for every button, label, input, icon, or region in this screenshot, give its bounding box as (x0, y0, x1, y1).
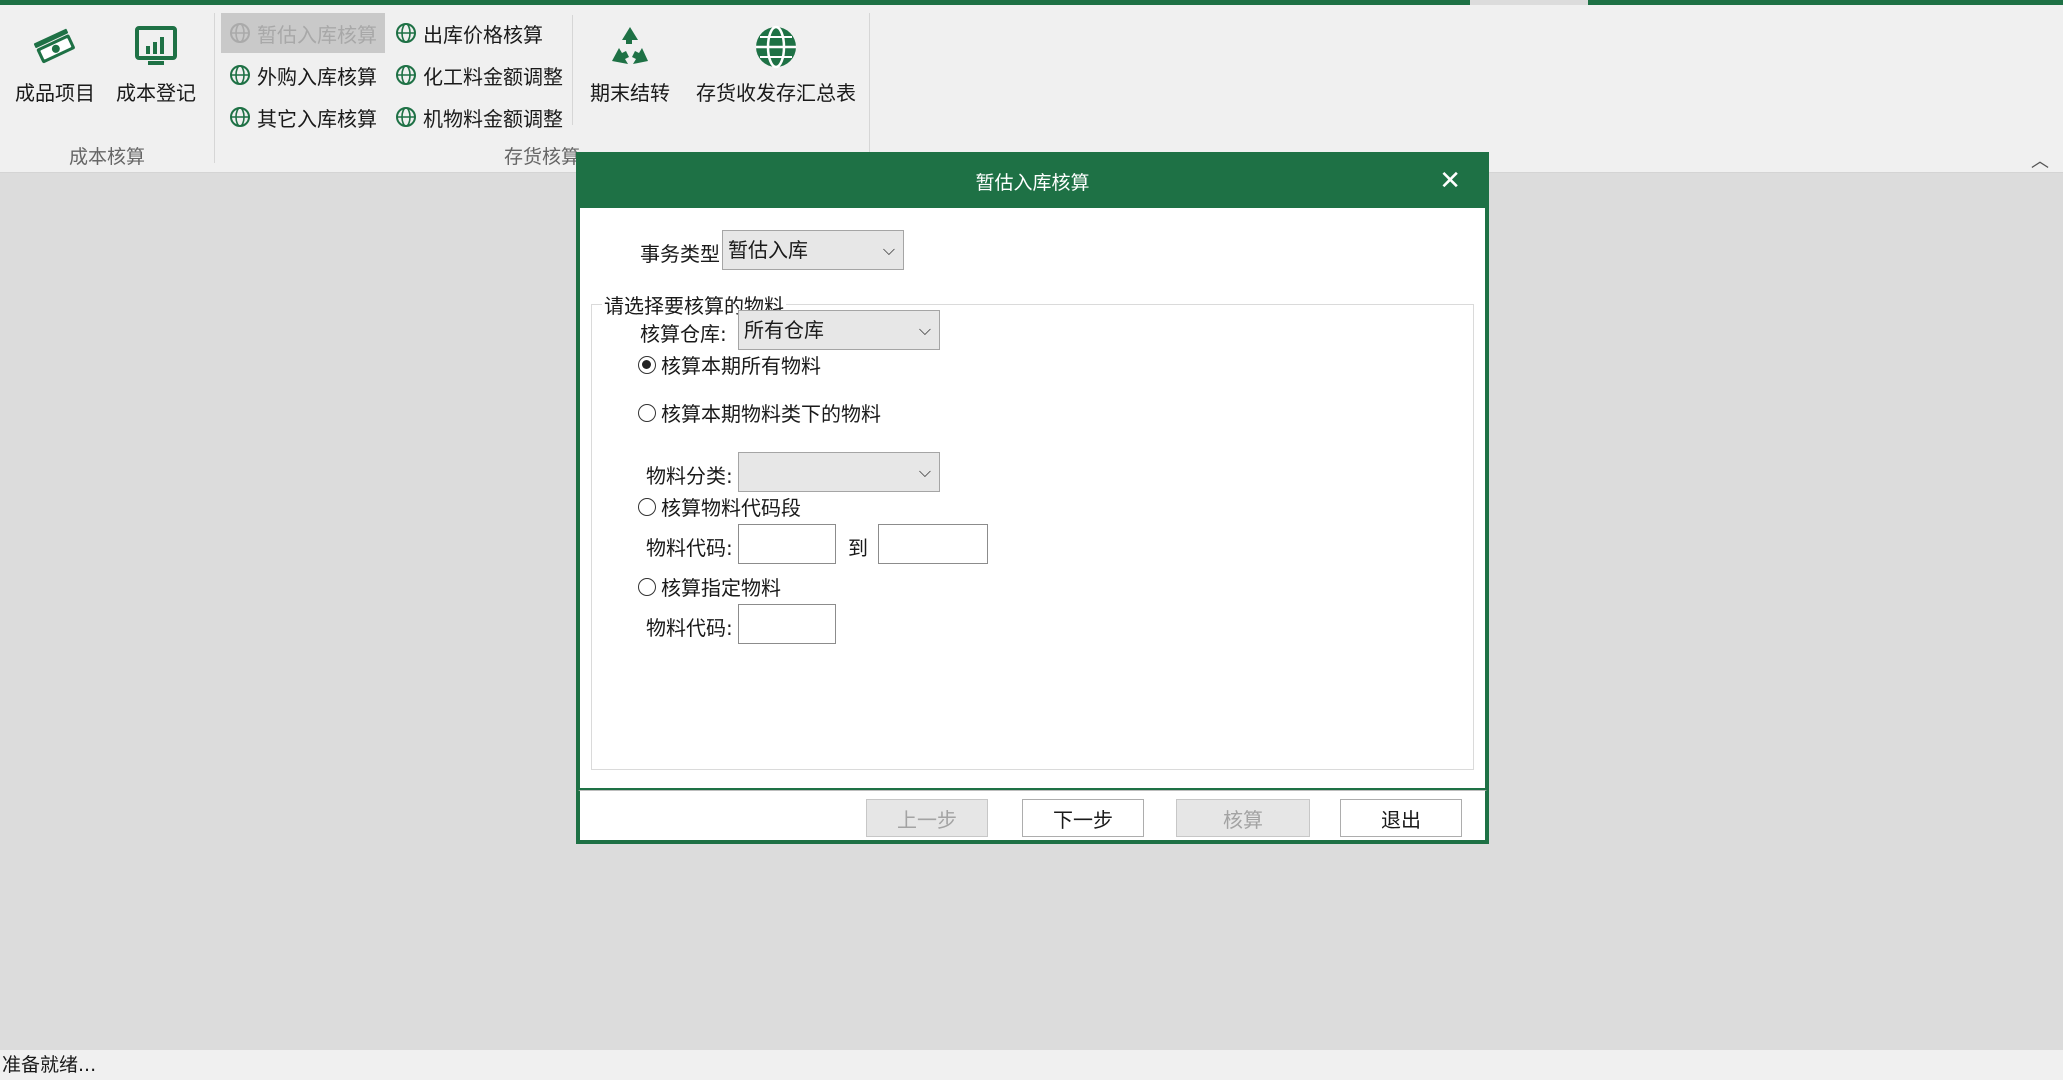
globe-icon (230, 65, 250, 85)
radio-dot (638, 403, 656, 422)
radio-all-label: 核算本期所有物料 (661, 354, 821, 378)
globe-icon (396, 65, 416, 85)
code-from-input[interactable] (738, 524, 836, 564)
dialog-body: 事务类型 暂估入库 ⌵ 请选择要核算的物料 核算仓库: 所有仓库 ⌵ 核算本期所… (578, 208, 1487, 790)
dialog-titlebar: 暂估入库核算 ✕ (578, 154, 1487, 208)
group-divider (869, 13, 870, 163)
radio-category-materials[interactable]: 核算本期物料类下的物料 (638, 398, 881, 427)
period-end-button[interactable]: 期末结转 (585, 17, 675, 117)
radio-specific-material[interactable]: 核算指定物料 (638, 572, 781, 601)
globe-icon (396, 23, 416, 43)
status-text: 准备就绪... (2, 1054, 97, 1076)
warehouse-label: 核算仓库: (640, 322, 727, 346)
status-bar: 准备就绪... (0, 1050, 2063, 1080)
close-icon[interactable]: ✕ (1439, 166, 1461, 196)
business-type-select[interactable]: 暂估入库 ⌵ (722, 230, 904, 270)
ribbon-group-cost: 成品项目 成本登记 成本核算 (0, 5, 214, 173)
globe-icon (756, 25, 796, 69)
outbound-price-label: 出库价格核算 (423, 22, 543, 47)
chevron-down-icon: ⌵ (918, 462, 931, 481)
code-from-label: 物料代码: (646, 536, 733, 560)
category-label: 物料分类: (646, 464, 733, 488)
globe-icon (396, 107, 416, 127)
to-label: 到 (848, 536, 868, 560)
other-receipt-button[interactable]: 其它入库核算 (221, 97, 385, 137)
radio-category-label: 核算本期物料类下的物料 (661, 402, 881, 426)
business-type-label: 事务类型 (640, 242, 720, 266)
warehouse-select[interactable]: 所有仓库 ⌵ (738, 310, 940, 350)
specific-code-input[interactable] (738, 604, 836, 644)
ribbon-group-stock: 暂估入库核算 出库价格核算 外购入库核算 化工料金额调整 其它入库核算 机物料金… (215, 5, 869, 173)
globe-icon (230, 107, 250, 127)
temp-receipt-button[interactable]: 暂估入库核算 (221, 13, 385, 53)
other-receipt-label: 其它入库核算 (257, 106, 377, 131)
material-adjust-label: 机物料金额调整 (423, 106, 563, 131)
period-end-label: 期末结转 (590, 81, 670, 105)
chart-monitor-icon (135, 26, 177, 65)
purchase-receipt-button[interactable]: 外购入库核算 (221, 55, 385, 95)
finished-items-button[interactable]: 成品项目 (8, 17, 102, 117)
chevron-down-icon: ⌵ (918, 320, 931, 339)
specific-code-label: 物料代码: (646, 616, 733, 640)
radio-code-range-label: 核算物料代码段 (661, 496, 801, 520)
exit-button[interactable]: 退出 (1340, 799, 1462, 837)
code-to-input[interactable] (878, 524, 988, 564)
radio-dot (638, 577, 656, 596)
radio-specific-label: 核算指定物料 (661, 576, 781, 600)
calculate-button[interactable]: 核算 (1176, 799, 1310, 837)
group-caption-cost: 成本核算 (68, 146, 145, 168)
inner-divider (572, 15, 573, 125)
temp-receipt-dialog: 暂估入库核算 ✕ 事务类型 暂估入库 ⌵ 请选择要核算的物料 核算仓库: 所有仓… (576, 152, 1489, 844)
radio-dot (638, 497, 656, 516)
globe-icon (230, 23, 250, 43)
chemical-adjust-button[interactable]: 化工料金额调整 (387, 55, 571, 95)
dialog-title: 暂估入库核算 (975, 171, 1090, 194)
cost-register-label: 成本登记 (116, 81, 196, 105)
recycle-icon (612, 27, 648, 64)
summary-report-label: 存货收发存汇总表 (696, 81, 856, 105)
prev-step-button[interactable]: 上一步 (866, 799, 988, 837)
summary-report-button[interactable]: 存货收发存汇总表 (691, 17, 861, 117)
temp-receipt-label: 暂估入库核算 (257, 22, 377, 47)
dialog-footer: 上一步 下一步 核算 退出 (578, 790, 1487, 842)
next-step-button[interactable]: 下一步 (1022, 799, 1144, 837)
ribbon: 成品项目 成本登记 成本核算 暂估入库核算 出库价格核算 外购入库核算 化工料金… (0, 5, 2063, 173)
material-adjust-button[interactable]: 机物料金额调整 (387, 97, 571, 137)
category-select[interactable]: ⌵ (738, 452, 940, 492)
business-type-value: 暂估入库 (728, 238, 808, 262)
radio-code-range[interactable]: 核算物料代码段 (638, 492, 801, 521)
purchase-receipt-label: 外购入库核算 (257, 64, 377, 89)
outbound-price-button[interactable]: 出库价格核算 (387, 13, 551, 53)
money-icon (33, 28, 75, 64)
finished-items-label: 成品项目 (15, 81, 95, 105)
warehouse-value: 所有仓库 (744, 318, 824, 342)
ribbon-collapse-icon[interactable]: ︿ (2031, 147, 2049, 173)
radio-all-materials[interactable]: 核算本期所有物料 (638, 350, 821, 379)
cost-register-button[interactable]: 成本登记 (112, 17, 200, 117)
chemical-adjust-label: 化工料金额调整 (423, 64, 563, 89)
radio-dot-selected (638, 355, 656, 374)
chevron-down-icon: ⌵ (882, 240, 895, 259)
